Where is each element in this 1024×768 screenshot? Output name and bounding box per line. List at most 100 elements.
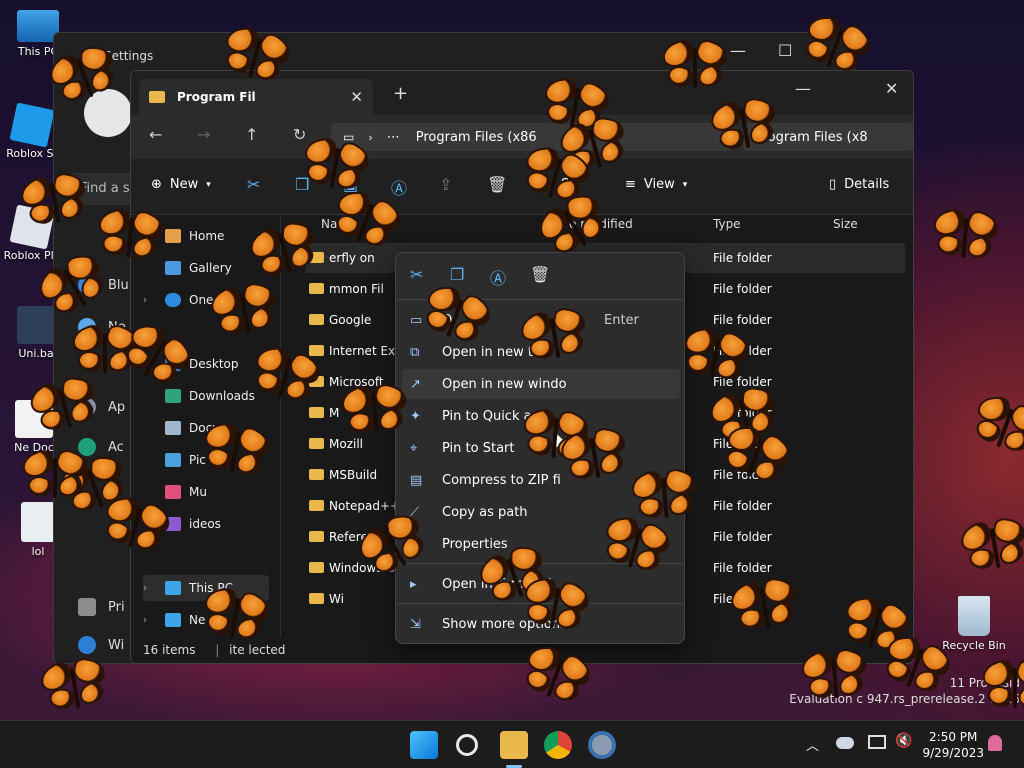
pictures-icon <box>165 453 181 467</box>
butterfly-icon <box>196 584 275 651</box>
folder-icon <box>149 91 165 103</box>
more-dots-icon[interactable]: ⋯ <box>387 130 400 145</box>
network-icon <box>165 613 181 627</box>
new-label: New <box>169 177 199 192</box>
file-explorer-taskbar-icon[interactable] <box>500 731 528 759</box>
forward-arrow-icon[interactable]: → <box>197 125 210 144</box>
file-type: File folder <box>713 530 772 544</box>
cloud-icon <box>165 293 181 307</box>
search-icon[interactable] <box>456 734 478 756</box>
up-arrow-icon[interactable]: ↑ <box>245 125 258 144</box>
details-label: Details <box>844 177 890 192</box>
view-button[interactable]: ≡ View ▾ <box>625 177 687 192</box>
butterfly-icon <box>516 574 595 641</box>
plus-circle-icon: ⊕ <box>151 177 162 192</box>
new-tab-icon: ⧉ <box>410 344 420 360</box>
menu-label: Copy as path <box>442 504 528 520</box>
new-tab-button[interactable]: + <box>393 83 408 104</box>
settings-maximize-button[interactable]: ☐ <box>778 41 792 60</box>
butterfly-icon <box>337 381 413 444</box>
zip-icon: ▤ <box>410 472 423 488</box>
recycle-bin-icon <box>958 596 990 636</box>
volume-muted-icon[interactable]: 🔇 <box>895 733 912 749</box>
cut-icon[interactable]: ✂ <box>410 265 423 284</box>
butterfly-icon <box>978 656 1024 716</box>
desktop-icon-label: Recycle Bin <box>942 639 1006 652</box>
view-label: View <box>643 177 675 192</box>
terminal-icon: ▸ <box>410 576 417 592</box>
shortcut-label: Enter <box>604 312 639 328</box>
butterfly-icon <box>797 646 873 709</box>
butterfly-icon <box>658 36 732 96</box>
nav-music[interactable]: Mu <box>143 479 207 505</box>
details-pane-icon: ▯ <box>829 177 837 192</box>
gear-icon[interactable] <box>588 731 616 759</box>
butterfly-icon <box>35 654 115 721</box>
share-icon[interactable]: ⇪ <box>439 175 452 194</box>
taskbar: ︿ 🔇 2:50 PM 9/29/2023 <box>0 720 1024 768</box>
text-file-icon <box>21 502 55 542</box>
address-bar-row: ← → ↑ ↻ ▭ › ⋯ Program Files (x86 Program… <box>131 115 913 159</box>
nav-network[interactable]: › Ne <box>143 607 205 633</box>
file-name: MSBuild <box>329 468 378 482</box>
menu-open-new-window[interactable]: ↗ Open in new windo <box>402 369 680 399</box>
more-options-icon: ⇲ <box>410 616 421 632</box>
details-button[interactable]: ▯ Details <box>829 177 889 192</box>
folder-icon <box>309 531 324 542</box>
desktop-icon-recycle-bin[interactable]: Recycle Bin <box>942 596 1006 652</box>
clock-date: 9/29/2023 <box>922 746 984 760</box>
clock[interactable]: 2:50 PM 9/29/2023 <box>922 729 984 761</box>
butterfly-icon <box>955 514 1024 581</box>
folder-icon <box>309 345 324 356</box>
rename-icon[interactable]: Ⓐ <box>391 175 407 199</box>
column-header-type[interactable]: Type <box>713 217 741 231</box>
settings-minimize-button[interactable]: — <box>730 41 746 60</box>
butterfly-icon <box>928 206 1003 269</box>
chevron-right-icon[interactable]: › <box>143 295 157 306</box>
folder-icon <box>309 593 324 604</box>
close-window-button[interactable]: ✕ <box>885 79 898 98</box>
onedrive-tray-icon[interactable] <box>836 737 854 749</box>
file-name: mmon Fil <box>329 282 384 296</box>
butterfly-icon <box>18 446 92 506</box>
close-tab-icon[interactable]: ✕ <box>350 88 363 106</box>
nav-onedrive[interactable]: › One <box>143 287 213 313</box>
menu-label: Properties <box>442 536 508 552</box>
file-name: Google <box>329 313 372 327</box>
copy-icon[interactable]: ❐ <box>450 265 464 284</box>
menu-label: Pin to Start <box>442 440 515 456</box>
chevron-down-icon: ▾ <box>682 179 688 190</box>
start-button[interactable] <box>410 731 438 759</box>
network-tray-icon[interactable] <box>868 735 886 749</box>
back-arrow-icon[interactable]: ← <box>149 125 162 144</box>
nav-label: Gallery <box>189 261 232 275</box>
roblox-studio-icon <box>9 102 55 148</box>
nav-label: Mu <box>189 485 207 499</box>
settings-nav-label: Ap <box>108 399 126 415</box>
chevron-right-icon[interactable]: › <box>143 615 157 626</box>
new-window-icon: ↗ <box>410 376 421 392</box>
file-name: M <box>329 406 340 420</box>
gallery-icon <box>165 261 181 275</box>
chrome-icon[interactable] <box>544 731 572 759</box>
pc-icon <box>165 581 181 595</box>
column-header-size[interactable]: Size <box>833 217 858 231</box>
settings-nav-label: Pri <box>108 599 125 615</box>
delete-icon[interactable]: 🗑 <box>487 175 507 194</box>
butterfly-icon <box>515 304 595 371</box>
chevron-down-icon: ▾ <box>206 179 211 190</box>
settings-nav-privacy[interactable]: Pri <box>78 595 125 619</box>
rename-icon[interactable]: Ⓐ <box>490 265 506 289</box>
butterfly-icon <box>676 324 755 391</box>
desktop-icon-label: Uni.ba <box>18 347 54 360</box>
delete-icon[interactable]: 🗑 <box>530 265 550 284</box>
pin-icon: ✦ <box>410 408 421 424</box>
cut-icon[interactable]: ✂ <box>247 175 260 194</box>
bell-icon[interactable] <box>988 735 1002 751</box>
chevron-right-icon[interactable]: › <box>143 583 157 594</box>
chevron-up-icon[interactable]: ︿ <box>806 735 819 754</box>
minimize-button[interactable]: — <box>795 79 811 98</box>
settings-nav-windows-update[interactable]: Wi <box>78 633 124 657</box>
home-icon <box>165 229 181 243</box>
new-button[interactable]: ⊕ New ▾ <box>151 177 211 192</box>
